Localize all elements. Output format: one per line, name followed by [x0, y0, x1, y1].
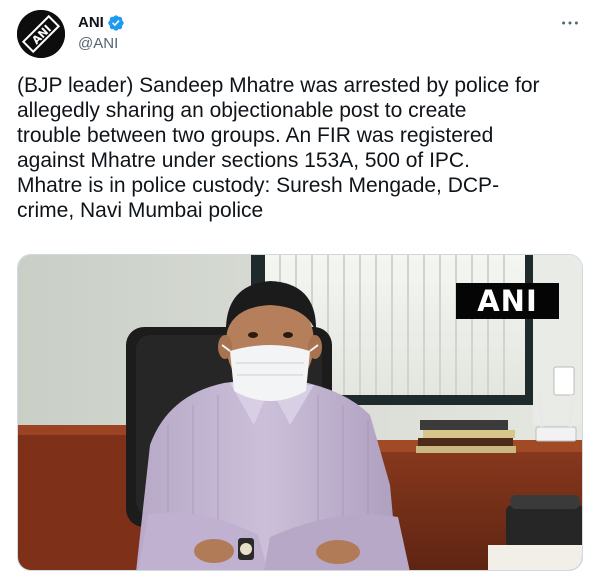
display-name[interactable]: ANI: [78, 13, 104, 33]
account-names: ANI @ANI: [78, 13, 125, 54]
avatar[interactable]: ANI: [17, 10, 65, 58]
tweet-media-image[interactable]: ANI: [17, 254, 583, 571]
ani-logo-icon: ANI: [17, 10, 65, 58]
account-handle[interactable]: @ANI: [78, 34, 125, 54]
media-watermark: ANI: [456, 283, 559, 319]
tweet-header: ANI ANI @ANI: [17, 10, 583, 60]
tweet-card[interactable]: ANI ANI @ANI (BJP leader) Sandeep Mhatre…: [0, 0, 597, 578]
verified-badge-icon: [108, 15, 124, 31]
more-horizontal-icon[interactable]: [559, 12, 581, 34]
tweet-text: (BJP leader) Sandeep Mhatre was arrested…: [17, 74, 540, 222]
